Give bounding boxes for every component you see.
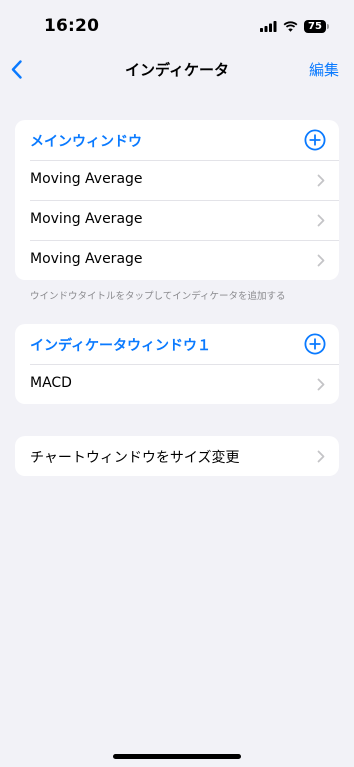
list-item[interactable]: MACD [15,364,339,404]
resize-section: チャートウィンドウをサイズ変更 [15,436,339,476]
list-item[interactable]: Moving Average [15,200,339,240]
main-window-section: メインウィンドウ Moving Average Moving Average M… [15,120,339,280]
plus-circle-icon[interactable] [304,129,326,151]
list-item[interactable]: Moving Average [15,160,339,200]
battery-level: 75 [308,20,322,32]
wifi-icon [283,20,298,32]
resize-label: チャートウィンドウをサイズ変更 [30,450,240,466]
indicator-window-header[interactable]: インディケータウィンドウ１ [15,324,339,364]
list-item[interactable]: Moving Average [15,240,339,280]
main-window-title: メインウィンドウ [30,134,142,150]
status-icons: 75 [260,18,329,34]
indicator-label: Moving Average [30,171,143,187]
signal-bars-icon [260,20,277,32]
main-window-header[interactable]: メインウィンドウ [15,120,339,160]
indicator-label: Moving Average [30,211,143,227]
battery-icon: 75 [304,19,329,33]
chevron-right-icon [317,378,325,391]
plus-circle-icon[interactable] [304,333,326,355]
home-indicator[interactable] [113,754,241,759]
chevron-right-icon [317,450,325,463]
chevron-right-icon [317,174,325,187]
edit-button[interactable]: 編集 [309,59,339,80]
nav-bar: インディケータ 編集 [0,52,354,86]
section-footer-note: ウインドウタイトルをタップしてインディケータを追加する [30,291,286,302]
chevron-right-icon [317,254,325,267]
chevron-right-icon [317,214,325,227]
indicator-label: MACD [30,375,72,391]
indicator-window-section: インディケータウィンドウ１ MACD [15,324,339,404]
resize-chart-window-row[interactable]: チャートウィンドウをサイズ変更 [15,436,339,476]
indicator-label: Moving Average [30,251,143,267]
page-title: インディケータ [125,61,229,79]
status-bar: 16:20 75 [0,0,354,52]
status-time: 16:20 [44,16,100,36]
indicator-window-title: インディケータウィンドウ１ [30,338,212,354]
